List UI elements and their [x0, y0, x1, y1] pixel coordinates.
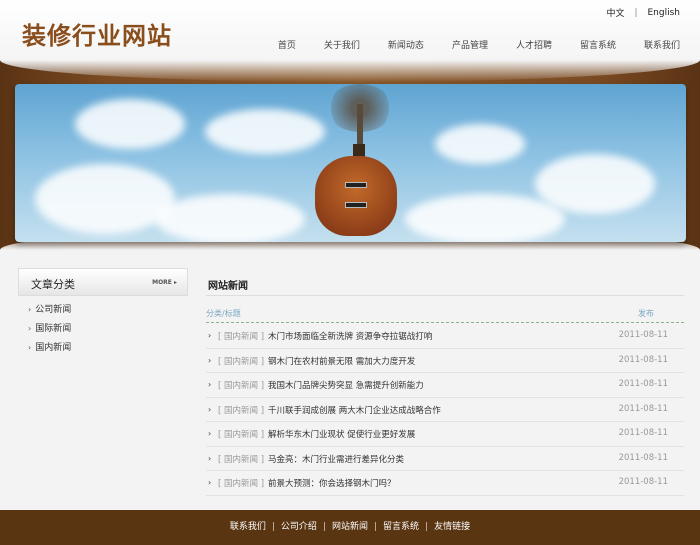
chevron-right-icon: ›	[208, 380, 212, 389]
sidebar-item-label: 国内新闻	[35, 343, 72, 353]
sidebar-header: 文章分类 MORE ▸	[18, 268, 188, 296]
news-category[interactable]: [ 国内新闻 ]	[218, 477, 264, 489]
news-date: 2011-08-11	[618, 452, 668, 463]
guitar-pickup-graphic	[345, 182, 367, 188]
news-row: › [ 国内新闻 ] 前景大预测：你会选择钢木门吗？ 2011-08-11	[206, 471, 684, 496]
footer-separator: |	[374, 522, 378, 532]
chevron-right-icon: ›	[28, 324, 32, 333]
chevron-right-icon: ›	[28, 305, 32, 314]
sidebar-item-label: 国际新闻	[35, 324, 72, 334]
news-date: 2011-08-11	[618, 428, 668, 438]
news-category[interactable]: [ 国内新闻 ]	[218, 330, 264, 342]
news-category[interactable]: [ 国内新闻 ]	[218, 428, 264, 440]
news-category[interactable]: [ 国内新闻 ]	[218, 379, 264, 391]
sidebar-item-international-news[interactable]: › 国际新闻	[18, 319, 180, 338]
nav-jobs[interactable]: 人才招聘	[516, 38, 552, 51]
news-date: 2011-08-11	[618, 330, 668, 340]
nav-products[interactable]: 产品管理	[452, 38, 488, 51]
guitar-graphic	[315, 156, 397, 236]
news-row: › [ 国内新闻 ] 木门市场面临全新洗牌 资源争夺拉锯战打响 2011-08-…	[206, 324, 684, 349]
news-row: › [ 国内新闻 ] 钢木门在农村前景无限 需加大力度开发 2011-08-11	[206, 349, 684, 373]
site-logo[interactable]: 装修行业网站	[22, 16, 172, 51]
footer-links: 联系我们 | 公司介绍 | 网站新闻 | 留言系统 | 友情链接	[0, 519, 700, 532]
news-section-title: 网站新闻	[208, 281, 248, 292]
news-row: › [ 国内新闻 ] 解析华东木门业现状 促使行业更好发展 2011-08-11	[206, 422, 684, 447]
footer-link-friends[interactable]: 友情链接	[434, 522, 470, 532]
chevron-right-icon: ›	[208, 355, 212, 365]
news-title-link[interactable]: 解析华东木门业现状 促使行业更好发展	[268, 428, 415, 440]
nav-guestbook[interactable]: 留言系统	[580, 38, 616, 51]
news-title-link[interactable]: 木门市场面临全新洗牌 资源争夺拉锯战打响	[268, 330, 432, 342]
site-header: 装修行业网站 中文 | English 首页 关于我们 新闻动态 产品管理 人才…	[0, 0, 700, 62]
banner-image	[15, 84, 686, 242]
footer-separator: |	[322, 522, 326, 532]
chevron-right-icon: ›	[208, 331, 212, 340]
chevron-right-icon: ›	[208, 404, 212, 414]
footer-link-contact[interactable]: 联系我们	[230, 522, 266, 532]
news-title-link[interactable]: 钢木门在农村前景无限 需加大力度开发	[268, 355, 415, 367]
news-category[interactable]: [ 国内新闻 ]	[218, 453, 264, 465]
guitar-pickup-graphic	[345, 202, 367, 208]
footer-separator: |	[425, 522, 429, 532]
nav-contact[interactable]: 联系我们	[644, 38, 680, 51]
footer-link-about[interactable]: 公司介绍	[281, 522, 317, 532]
column-header-date: 发布	[638, 309, 654, 318]
news-title-link[interactable]: 我国木门品牌尖势突显 急需提升创新能力	[268, 379, 424, 391]
sidebar-item-label: 公司新闻	[35, 305, 72, 315]
news-date: 2011-08-11	[618, 379, 668, 389]
column-header-category: 分类/标题	[206, 309, 241, 318]
more-link[interactable]: MORE ▸	[152, 279, 177, 286]
sidebar-item-domestic-news[interactable]: › 国内新闻	[18, 338, 180, 357]
language-switcher: 中文 | English	[606, 6, 681, 20]
site-footer: 联系我们 | 公司介绍 | 网站新闻 | 留言系统 | 友情链接	[0, 510, 700, 545]
news-category[interactable]: [ 国内新闻 ]	[218, 355, 264, 367]
chevron-right-icon: ›	[208, 478, 212, 487]
news-row: › [ 国内新闻 ] 马金亮：木门行业需进行差异化分类 2011-08-11	[206, 447, 684, 471]
lang-english[interactable]: English	[648, 8, 681, 18]
chevron-right-icon: ›	[208, 429, 212, 438]
chevron-right-icon: ›	[28, 343, 32, 352]
chevron-right-icon: ›	[208, 453, 212, 463]
news-category[interactable]: [ 国内新闻 ]	[218, 404, 264, 416]
news-table-header: 分类/标题 发布	[206, 306, 684, 323]
sidebar-item-company-news[interactable]: › 公司新闻	[18, 300, 180, 319]
footer-separator: |	[271, 522, 275, 532]
news-title-link[interactable]: 马金亮：木门行业需进行差异化分类	[268, 453, 404, 465]
sidebar-list: › 公司新闻 › 国际新闻 › 国内新闻	[18, 300, 180, 357]
main-nav: 首页 关于我们 新闻动态 产品管理 人才招聘 留言系统 联系我们	[250, 38, 680, 51]
lang-separator: |	[634, 7, 638, 18]
news-row: › [ 国内新闻 ] 我国木门品牌尖势突显 急需提升创新能力 2011-08-1…	[206, 373, 684, 398]
lang-chinese[interactable]: 中文	[606, 6, 624, 19]
news-row: › [ 国内新闻 ] 千川联手润成创展 两大木门企业达成战略合作 2011-08…	[206, 398, 684, 422]
footer-link-guestbook[interactable]: 留言系统	[383, 522, 419, 532]
news-date: 2011-08-11	[618, 403, 668, 414]
nav-home[interactable]: 首页	[278, 38, 296, 51]
divider	[206, 295, 684, 296]
news-title-link[interactable]: 千川联手润成创展 两大木门企业达成战略合作	[268, 404, 441, 416]
nav-news[interactable]: 新闻动态	[388, 38, 424, 51]
news-date: 2011-08-11	[618, 477, 668, 487]
footer-link-news[interactable]: 网站新闻	[332, 522, 368, 532]
nav-about[interactable]: 关于我们	[324, 38, 360, 51]
sidebar-title: 文章分类	[31, 278, 75, 291]
news-title-link[interactable]: 前景大预测：你会选择钢木门吗？	[268, 477, 396, 489]
news-date: 2011-08-11	[618, 354, 668, 365]
news-list: › [ 国内新闻 ] 木门市场面临全新洗牌 资源争夺拉锯战打响 2011-08-…	[206, 324, 684, 496]
